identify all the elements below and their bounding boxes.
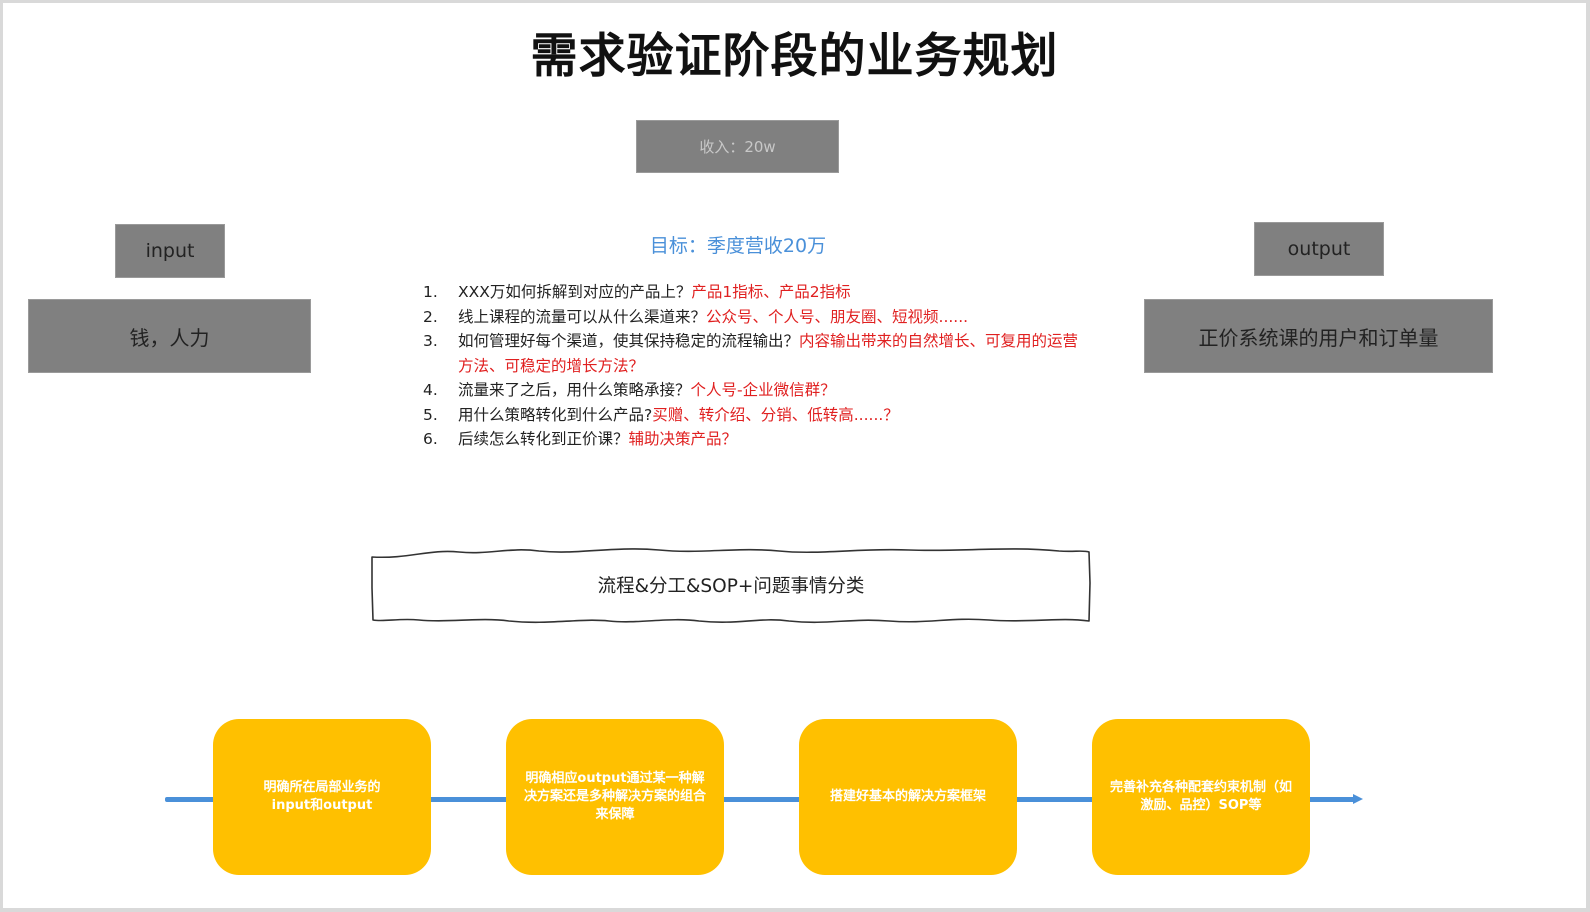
question-item: 3. 如何管理好每个渠道，使其保持稳定的流程输出？内容输出带来的自然增长、可复用… [423, 329, 1123, 378]
flow-step-3: 搭建好基本的解决方案框架 [799, 719, 1017, 875]
revenue-label: 收入：20w [699, 138, 776, 156]
question-number: 4. [423, 381, 438, 399]
question-number: 5. [423, 405, 438, 424]
question-text: 后续怎么转化到正价课？ [458, 430, 629, 448]
process-box-label: 流程&分工&SOP+问题事情分类 [597, 576, 865, 597]
input-value-box: 钱，人力 [28, 299, 311, 373]
question-answer: 辅助决策产品？ [628, 430, 738, 448]
question-item: 6. 后续怎么转化到正价课？辅助决策产品？ [423, 427, 1123, 452]
question-list: 1. XXX万如何拆解到对应的产品上？产品1指标、产品2指标 2. 线上课程的流… [423, 280, 1123, 452]
question-answer: 产品1指标、产品2指标 [691, 283, 851, 301]
input-value: 钱，人力 [129, 325, 210, 350]
flow-step-label: 明确相应output通过某一种解决方案还是多种解决方案的组合来保障 [523, 771, 706, 822]
flow-step-label: 明确所在局部业务的input和output [263, 780, 381, 813]
question-item: 1. XXX万如何拆解到对应的产品上？产品1指标、产品2指标 [423, 280, 1123, 305]
question-item: 4. 流量来了之后，用什么策略承接？个人号-企业微信群？ [423, 378, 1123, 403]
flow-step-label: 完善补充各种配套约束机制（如激励、品控）SOP等 [1109, 780, 1292, 813]
process-box: 流程&分工&SOP+问题事情分类 [369, 543, 1093, 627]
output-label-box: output [1254, 222, 1384, 276]
output-value-box: 正价系统课的用户和订单量 [1144, 299, 1493, 373]
output-value: 正价系统课的用户和订单量 [1198, 325, 1439, 350]
question-text: 流量来了之后，用什么策略承接？ [458, 381, 691, 399]
question-answer: 个人号-企业微信群？ [690, 381, 836, 399]
output-label: output [1287, 238, 1351, 260]
flow-step-2: 明确相应output通过某一种解决方案还是多种解决方案的组合来保障 [506, 719, 724, 875]
question-item: 5. 用什么策略转化到什么产品?买赠、转介绍、分销、低转高......？ [423, 403, 1123, 428]
flow-step-1: 明确所在局部业务的input和output [213, 719, 431, 875]
question-text: 线上课程的流量可以从什么渠道来？ [458, 307, 707, 326]
input-label-box: input [115, 224, 225, 278]
question-text: 如何管理好每个渠道，使其保持稳定的流程输出？ [458, 332, 800, 350]
question-answer: 公众号、个人号、朋友圈、短视频...... [706, 307, 969, 326]
question-number: 3. [423, 332, 438, 350]
question-number: 1. [423, 283, 438, 301]
page-title: 需求验证阶段的业务规划 [530, 29, 1059, 84]
flow-step-label: 搭建好基本的解决方案框架 [829, 789, 986, 804]
slide-canvas: 需求验证阶段的业务规划 收入：20w input 钱，人力 output 正价系… [3, 3, 1586, 908]
question-text: XXX万如何拆解到对应的产品上？ [458, 283, 692, 301]
input-label: input [145, 240, 195, 262]
question-answer: 买赠、转介绍、分销、低转高......？ [652, 405, 899, 424]
question-number: 2. [423, 307, 438, 326]
revenue-box: 收入：20w [636, 120, 839, 173]
question-item: 2. 线上课程的流量可以从什么渠道来？公众号、个人号、朋友圈、短视频...... [423, 305, 1123, 330]
question-text: 用什么策略转化到什么产品? [458, 405, 653, 424]
arrow-right-icon [1353, 794, 1363, 804]
goal-heading: 目标：季度营收20万 [649, 235, 827, 257]
question-number: 6. [423, 430, 438, 448]
flow-step-4: 完善补充各种配套约束机制（如激励、品控）SOP等 [1092, 719, 1310, 875]
